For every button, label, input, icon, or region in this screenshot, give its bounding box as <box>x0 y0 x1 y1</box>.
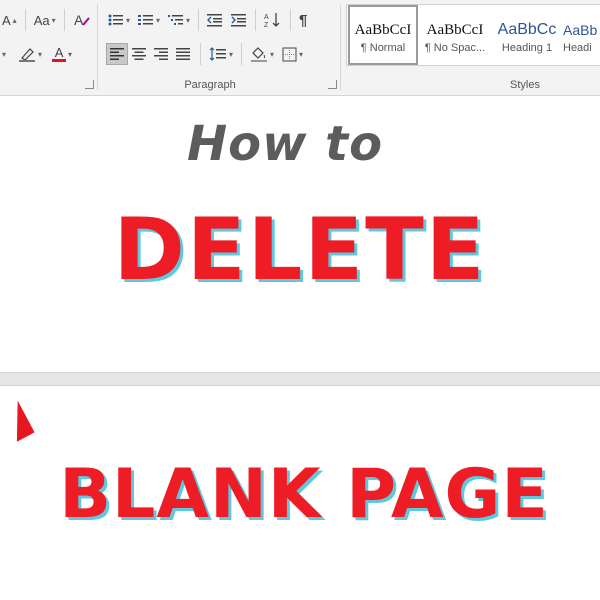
numbering-icon <box>138 15 154 25</box>
ribbon: A ▴ Aa ▾ A ▾ ▾ A ▾ ▾ ▾ ▾ A Z ¶ ▾ ▾ ▾ Par… <box>0 0 600 96</box>
style-name: ¶ Normal <box>360 42 406 54</box>
font-color-icon: A <box>52 45 67 62</box>
increase-indent-icon <box>231 14 247 27</box>
chevron-down-icon: ▾ <box>229 49 234 59</box>
borders-button[interactable]: ▾ <box>280 43 305 65</box>
font-row-1: A ▴ Aa ▾ A <box>0 9 93 31</box>
clear-formatting-button[interactable]: A <box>71 9 93 31</box>
chevron-down-icon: ▾ <box>156 15 161 25</box>
style-no-spacing[interactable]: AaBbCcI ¶ No Spac... <box>419 5 491 65</box>
chevron-down-icon: ▾ <box>126 15 131 25</box>
highlight-color-button[interactable]: ▾ <box>16 43 44 65</box>
align-right-button[interactable] <box>150 43 172 65</box>
style-name: Heading 1 <box>501 42 553 54</box>
bullets-button[interactable]: ▾ <box>106 9 132 31</box>
style-preview: AaBb <box>563 22 598 38</box>
separator <box>290 9 292 31</box>
paragraph-row-2: ▾ ▾ ▾ <box>106 43 305 65</box>
paragraph-row-1: ▾ ▾ ▾ A Z ¶ <box>106 9 309 31</box>
paragraph-dialog-launcher-icon[interactable] <box>328 80 337 89</box>
paint-bucket-icon <box>251 47 268 62</box>
chevron-down-icon: ▾ <box>299 49 304 59</box>
change-case-button[interactable]: Aa ▾ <box>32 9 58 31</box>
separator <box>255 9 257 31</box>
increase-indent-button[interactable] <box>229 9 249 31</box>
sort-button[interactable]: A Z <box>262 9 284 31</box>
separator <box>63 9 65 31</box>
headline-blank-page: BLANK PAGE <box>59 455 549 534</box>
style-preview: AaBbCc <box>497 21 557 38</box>
page-break-gap <box>0 372 600 386</box>
styles-group-label: Styles <box>510 79 540 91</box>
separator <box>198 9 200 31</box>
align-center-icon <box>132 48 146 60</box>
svg-text:A: A <box>264 14 269 21</box>
align-center-button[interactable] <box>128 43 150 65</box>
svg-text:Z: Z <box>264 22 269 28</box>
caret-up-icon: ▴ <box>12 15 17 25</box>
decrease-indent-button[interactable] <box>205 9 225 31</box>
styles-gallery: AaBbCcI ¶ Normal AaBbCcI ¶ No Spac... Aa… <box>346 4 600 66</box>
font-color-letter: A <box>54 45 64 60</box>
svg-text:A: A <box>74 12 84 28</box>
style-preview: AaBbCcI <box>354 22 412 38</box>
highlighter-icon <box>19 48 36 62</box>
style-preview: AaBbCcI <box>426 22 484 38</box>
borders-icon <box>282 47 297 61</box>
style-heading-1[interactable]: AaBbCc Heading 1 <box>491 5 563 65</box>
justify-button[interactable] <box>172 43 194 65</box>
style-heading-2[interactable]: AaBb Headi <box>563 5 599 65</box>
sort-icon: A Z <box>264 13 280 28</box>
chevron-down-icon: ▾ <box>38 49 43 59</box>
headline-how-to: How to <box>186 116 384 172</box>
font-color-button[interactable]: A ▾ <box>50 43 74 65</box>
align-right-icon <box>154 48 168 60</box>
group-separator <box>340 4 341 90</box>
font-color-swatch <box>52 59 67 62</box>
align-left-button[interactable] <box>106 43 128 65</box>
chevron-down-icon: ▾ <box>270 49 275 59</box>
align-left-icon <box>110 48 124 60</box>
line-spacing-icon <box>209 47 226 61</box>
font-dialog-launcher-icon[interactable] <box>85 80 94 89</box>
separator <box>241 43 243 65</box>
style-normal[interactable]: AaBbCcI ¶ Normal <box>348 5 418 65</box>
grow-font-button[interactable]: A ▴ <box>0 9 19 31</box>
style-name: ¶ No Spac... <box>424 42 486 54</box>
multilevel-list-icon <box>168 15 184 25</box>
line-spacing-button[interactable]: ▾ <box>207 43 235 65</box>
decrease-indent-icon <box>207 14 223 27</box>
bullets-icon <box>108 14 123 26</box>
multilevel-list-button[interactable]: ▾ <box>166 9 192 31</box>
separator <box>24 9 26 31</box>
show-formatting-button[interactable]: ¶ <box>297 9 309 31</box>
change-case-label: Aa <box>33 12 50 28</box>
clear-formatting-icon: A <box>74 12 90 28</box>
shading-button[interactable]: ▾ <box>248 43 276 65</box>
justify-icon <box>176 48 190 60</box>
headline-delete: DELETE <box>113 200 487 300</box>
chevron-down-icon: ▾ <box>68 49 73 59</box>
separator <box>200 43 201 65</box>
style-name: Headi <box>563 42 592 54</box>
group-separator <box>97 4 98 90</box>
pilcrow-icon: ¶ <box>299 11 308 29</box>
numbering-button[interactable]: ▾ <box>136 9 162 31</box>
chevron-down-icon: ▾ <box>51 15 56 25</box>
paragraph-group-label: Paragraph <box>184 79 236 91</box>
grow-font-label: A <box>2 12 11 28</box>
chevron-down-icon[interactable]: ▾ <box>2 50 6 59</box>
font-row-2: ▾ ▾ A ▾ <box>0 43 74 65</box>
chevron-down-icon: ▾ <box>186 15 191 25</box>
